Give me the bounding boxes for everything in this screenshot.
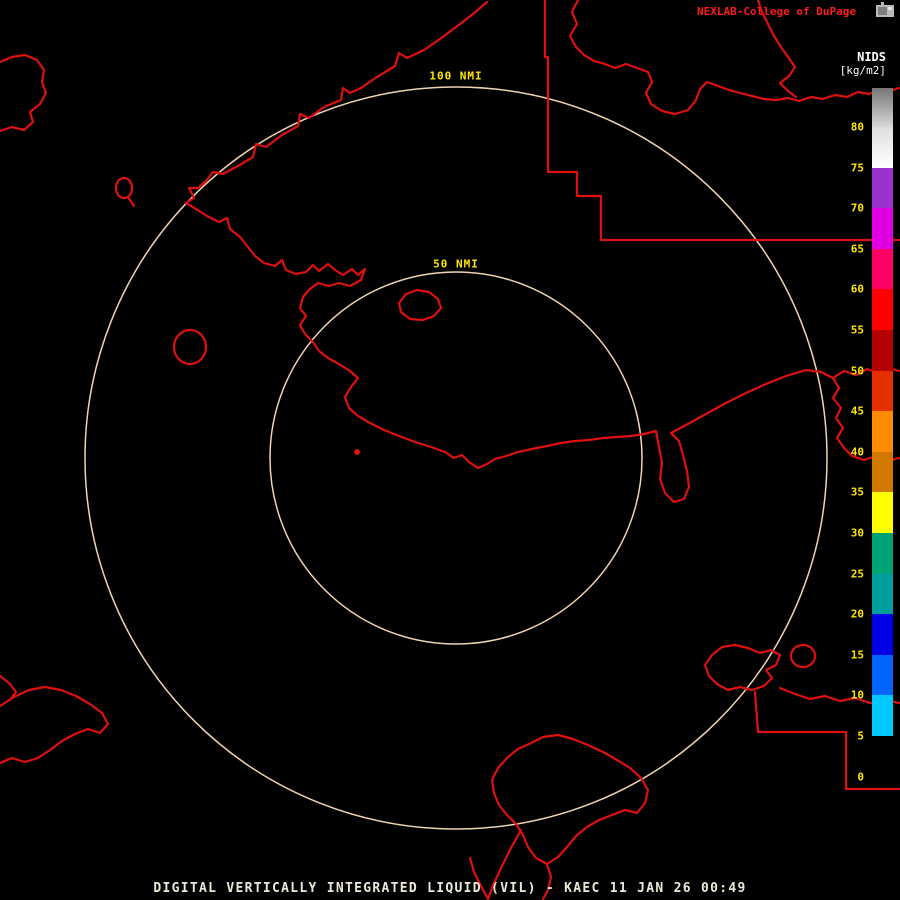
colorbar-tick-40: 40: [850, 445, 864, 459]
cod-logo-icon: [875, 2, 895, 23]
colorbar-segment-5-10: [872, 695, 893, 736]
colorbar-tick-30: 30: [850, 526, 864, 540]
colorbar-tick-25: 25: [850, 567, 864, 581]
map-outline-sw-island: [0, 685, 110, 765]
radar-map: [0, 0, 900, 900]
colorbar-tick-80: 80: [850, 120, 864, 134]
colorbar-tick-55: 55: [850, 323, 864, 337]
map-outline-se-small-island: [789, 643, 817, 669]
colorbar-tick-5: 5: [857, 729, 864, 743]
colorbar-segment-40-45: [872, 411, 893, 452]
colorbar-tick-50: 50: [850, 364, 864, 378]
colorbar-tick-0: 0: [857, 770, 864, 784]
map-outline-small-a-island: [114, 176, 134, 200]
colorbar-units: [kg/m2]: [839, 64, 886, 77]
colorbar-segment-20-25: [872, 573, 893, 615]
colorbar-segment-60-65: [872, 248, 893, 290]
map-outline-se-island: [703, 643, 782, 692]
colorbar-segment-25-30: [872, 532, 893, 574]
map-outline-inlet-peninsula: [654, 429, 691, 504]
colorbar: [872, 88, 893, 777]
colorbar-tick-20: 20: [850, 607, 864, 621]
colorbar-tick-65: 65: [850, 242, 864, 256]
map-outline-nw-island-blob: [0, 53, 48, 133]
map-outline-small-lake: [397, 288, 443, 322]
colorbar-segment-45-50: [872, 370, 893, 412]
colorbar-segment-65-70: [872, 208, 893, 249]
colorbar-segment-80plus: [872, 88, 893, 127]
product-caption: DIGITAL VERTICALLY INTEGRATED LIQUID (VI…: [153, 881, 747, 896]
map-outline-top-boundary-line: [543, 0, 900, 242]
colorbar-tick-60: 60: [850, 282, 864, 296]
colorbar-segment-50-55: [872, 329, 893, 371]
colorbar-segment-70-75: [872, 167, 893, 209]
colorbar-segment-0-5: [872, 735, 893, 777]
colorbar-segment-10-15: [872, 654, 893, 696]
map-outline-ne-coastline: [669, 366, 900, 435]
colorbar-title: NIDS: [857, 50, 886, 64]
colorbar-tick-75: 75: [850, 161, 864, 175]
colorbar-tick-15: 15: [850, 648, 864, 662]
colorbar-segment-55-60: [872, 289, 893, 330]
radar-display: 100 NMI 50 NMI NEXLAB-College of DuPage …: [0, 0, 900, 900]
map-outline-sw-edge-piece: [0, 674, 18, 702]
colorbar-segment-75-80: [872, 127, 893, 168]
colorbar-tick-10: 10: [850, 688, 864, 702]
brand-text: NEXLAB-College of DuPage: [697, 5, 856, 18]
colorbar-tick-35: 35: [850, 485, 864, 499]
colorbar-tick-45: 45: [850, 404, 864, 418]
range-ring-label-50nmi: 50 NMI: [429, 257, 483, 271]
colorbar-tick-70: 70: [850, 201, 864, 215]
map-outline-south-lake: [490, 733, 650, 866]
map-outline-nw-coastline: [184, 0, 658, 470]
map-outline-west-island: [172, 328, 208, 366]
map-outline-small-a-tail: [126, 195, 136, 208]
range-ring-label-100nmi: 100 NMI: [425, 69, 487, 83]
colorbar-segment-30-35: [872, 492, 893, 533]
colorbar-segment-35-40: [872, 451, 893, 493]
map-center-islet: [354, 449, 360, 455]
colorbar-segment-15-20: [872, 614, 893, 655]
